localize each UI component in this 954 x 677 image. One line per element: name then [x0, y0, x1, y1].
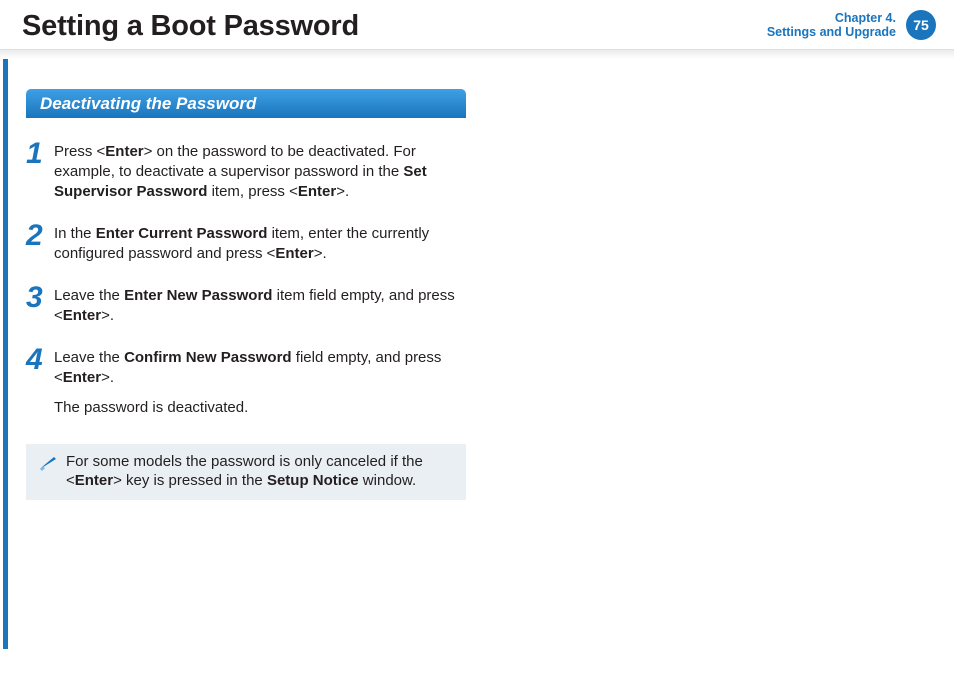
page-header: Setting a Boot Password Chapter 4. Setti… — [0, 0, 954, 49]
content-wrap: Deactivating the Password 1 Press <Enter… — [0, 59, 954, 649]
note-box: For some models the password is only can… — [26, 444, 466, 500]
step-number: 2 — [26, 224, 54, 264]
step-text: Leave the Confirm New Password field emp… — [54, 348, 466, 388]
step-text: Press <Enter> on the password to be deac… — [54, 142, 466, 202]
main-content: Deactivating the Password 1 Press <Enter… — [8, 59, 466, 649]
step-text: Leave the Enter New Password item field … — [54, 286, 466, 326]
step-number: 1 — [26, 142, 54, 202]
note-icon — [38, 455, 58, 476]
chapter-line1: Chapter 4. — [767, 11, 896, 25]
step-4: 4 Leave the Confirm New Password field e… — [26, 348, 466, 418]
chapter-block: Chapter 4. Settings and Upgrade 75 — [767, 10, 936, 40]
page-number-badge: 75 — [906, 10, 936, 40]
step-2: 2 In the Enter Current Password item, en… — [26, 224, 466, 264]
chapter-label: Chapter 4. Settings and Upgrade — [767, 11, 896, 39]
step-number: 3 — [26, 286, 54, 326]
followup-text: The password is deactivated. — [54, 398, 466, 418]
header-divider — [0, 49, 954, 59]
page-number: 75 — [913, 17, 929, 33]
section-heading: Deactivating the Password — [26, 89, 466, 118]
chapter-line2: Settings and Upgrade — [767, 25, 896, 39]
step-text: In the Enter Current Password item, ente… — [54, 224, 466, 264]
step-number: 4 — [26, 348, 54, 418]
step-3: 3 Leave the Enter New Password item fiel… — [26, 286, 466, 326]
page-title: Setting a Boot Password — [22, 10, 359, 43]
note-text: For some models the password is only can… — [66, 452, 454, 490]
step-1: 1 Press <Enter> on the password to be de… — [26, 142, 466, 202]
